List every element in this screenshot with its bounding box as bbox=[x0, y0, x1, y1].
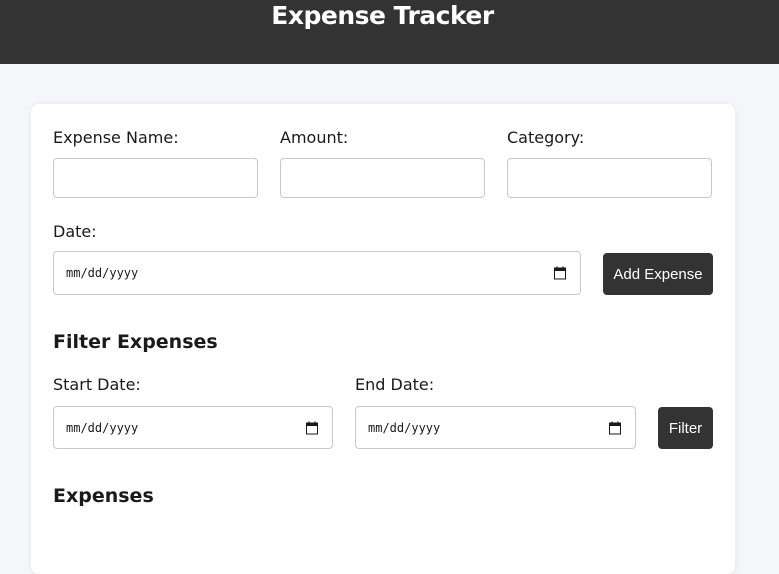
filter-button[interactable]: Filter bbox=[658, 407, 713, 449]
calendar-icon[interactable] bbox=[306, 421, 318, 434]
app-header: Expense Tracker bbox=[0, 0, 779, 64]
amount-input[interactable] bbox=[280, 158, 485, 198]
date-label: Date: bbox=[53, 222, 97, 241]
expense-card: Expense Name: Amount: Category: Date: mm… bbox=[31, 104, 735, 574]
expense-name-label: Expense Name: bbox=[53, 128, 179, 147]
category-input[interactable] bbox=[507, 158, 712, 198]
end-date-label: End Date: bbox=[355, 375, 435, 394]
end-date-input[interactable]: mm/dd/yyyy bbox=[355, 406, 636, 449]
category-label: Category: bbox=[507, 128, 585, 147]
expense-name-input[interactable] bbox=[53, 158, 258, 198]
add-expense-button[interactable]: Add Expense bbox=[603, 253, 713, 295]
date-input[interactable]: mm/dd/yyyy bbox=[53, 251, 581, 295]
filter-section-title: Filter Expenses bbox=[53, 331, 218, 353]
amount-label: Amount: bbox=[280, 128, 349, 147]
start-date-input[interactable]: mm/dd/yyyy bbox=[53, 406, 333, 449]
calendar-icon[interactable] bbox=[609, 421, 621, 434]
calendar-icon[interactable] bbox=[554, 266, 566, 280]
start-date-placeholder: mm/dd/yyyy bbox=[66, 420, 139, 435]
end-date-placeholder: mm/dd/yyyy bbox=[368, 420, 441, 435]
start-date-label: Start Date: bbox=[53, 375, 141, 394]
date-placeholder: mm/dd/yyyy bbox=[66, 266, 139, 280]
page-title: Expense Tracker bbox=[271, 1, 494, 30]
expenses-section-title: Expenses bbox=[53, 485, 154, 507]
